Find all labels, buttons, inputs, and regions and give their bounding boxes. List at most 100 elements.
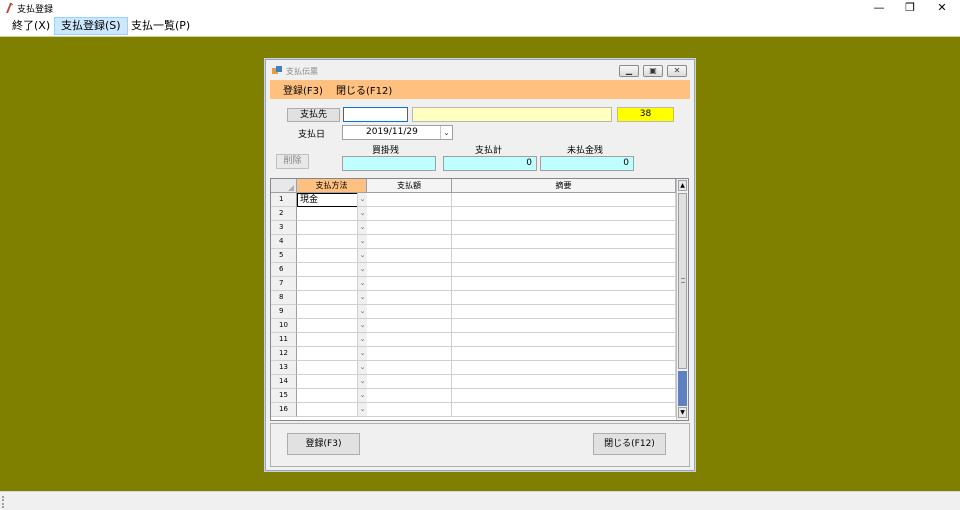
payee-name-field xyxy=(412,107,612,122)
method-dropdown-icon[interactable]: ⌄ xyxy=(357,235,367,249)
method-dropdown-icon[interactable]: ⌄ xyxy=(357,333,367,347)
minimize-button[interactable]: — xyxy=(863,0,895,16)
date-dropdown-icon[interactable]: ⌄ xyxy=(440,126,452,139)
close-button[interactable]: ✕ xyxy=(926,0,958,16)
grid-row-number[interactable]: 9 xyxy=(271,305,297,319)
dialog-maximize-icon[interactable]: ▣ xyxy=(643,65,663,77)
dialog-minimize-icon[interactable]: ▁ xyxy=(619,65,639,77)
menu-exit[interactable]: 終了(X) xyxy=(6,17,56,35)
grid-cell-memo[interactable] xyxy=(452,333,676,347)
grid-cell-amount[interactable] xyxy=(367,347,452,361)
grid-cell-amount[interactable] xyxy=(367,277,452,291)
grid-vertical-scrollbar[interactable]: ▲ ▼ xyxy=(676,179,688,420)
grid-cell-amount[interactable] xyxy=(367,361,452,375)
grid-row-number[interactable]: 13 xyxy=(271,361,297,375)
grid-cell-memo[interactable] xyxy=(452,221,676,235)
payment-total-field: 0 xyxy=(443,156,537,171)
method-dropdown-icon[interactable]: ⌄ xyxy=(357,361,367,375)
dialog-menu-register[interactable]: 登録(F3) xyxy=(283,82,323,97)
grid-row-number[interactable]: 1 xyxy=(271,193,297,207)
grid-cell-memo[interactable] xyxy=(452,277,676,291)
grid-corner[interactable] xyxy=(271,179,297,193)
method-dropdown-icon[interactable]: ⌄ xyxy=(357,291,367,305)
method-dropdown-icon[interactable]: ⌄ xyxy=(357,207,367,221)
grid-cell-amount[interactable] xyxy=(367,235,452,249)
scroll-track[interactable] xyxy=(678,371,687,406)
grid-row-number[interactable]: 5 xyxy=(271,249,297,263)
grid-row-number[interactable]: 10 xyxy=(271,319,297,333)
grid-cell-amount[interactable] xyxy=(367,207,452,221)
register-button[interactable]: 登録(F3) xyxy=(287,433,360,455)
grid-cell-amount[interactable] xyxy=(367,221,452,235)
scroll-down-icon[interactable]: ▼ xyxy=(678,407,687,418)
grid-cell-memo[interactable] xyxy=(452,403,676,417)
grid-cell-memo[interactable] xyxy=(452,193,676,207)
grid-cell-memo[interactable] xyxy=(452,319,676,333)
menu-payment-register[interactable]: 支払登録(S) xyxy=(54,17,128,35)
method-dropdown-icon[interactable]: ⌄ xyxy=(357,249,367,263)
payment-total-label: 支払計 xyxy=(475,146,503,156)
grid-row-number[interactable]: 11 xyxy=(271,333,297,347)
grid-cell-amount[interactable] xyxy=(367,291,452,305)
grid-cell-amount[interactable] xyxy=(367,305,452,319)
method-dropdown-icon[interactable]: ⌄ xyxy=(357,347,367,361)
grid-header-amount[interactable]: 支払額 xyxy=(367,179,452,193)
payment-date-picker[interactable]: 2019/11/29 ⌄ xyxy=(342,125,453,140)
delete-button[interactable]: 削除 xyxy=(276,154,309,169)
method-dropdown-icon[interactable]: ⌄ xyxy=(357,193,367,207)
method-dropdown-icon[interactable]: ⌄ xyxy=(357,319,367,333)
grid-row-number[interactable]: 4 xyxy=(271,235,297,249)
grid-cell-memo[interactable] xyxy=(452,291,676,305)
method-dropdown-icon[interactable]: ⌄ xyxy=(357,389,367,403)
method-dropdown-icon[interactable]: ⌄ xyxy=(357,305,367,319)
grid-row-number[interactable]: 3 xyxy=(271,221,297,235)
grid-cell-amount[interactable] xyxy=(367,389,452,403)
grid-cell-memo[interactable] xyxy=(452,389,676,403)
restore-button[interactable]: ❐ xyxy=(894,0,926,16)
grid-cell-amount[interactable] xyxy=(367,403,452,417)
method-dropdown-icon[interactable]: ⌄ xyxy=(357,263,367,277)
grid-row-number[interactable]: 8 xyxy=(271,291,297,305)
grid-header-memo[interactable]: 摘要 xyxy=(452,179,676,193)
grid-row-number[interactable]: 14 xyxy=(271,375,297,389)
grid-cell-memo[interactable] xyxy=(452,361,676,375)
payee-button[interactable]: 支払先 xyxy=(287,108,340,122)
menu-payment-list[interactable]: 支払一覧(P) xyxy=(125,17,196,35)
grid-cell-memo[interactable] xyxy=(452,375,676,389)
payment-grid[interactable]: 支払方法 支払額 摘要 1 現金 ⌄ 2 ⌄ 3 ⌄ 4 ⌄ 5 ⌄ 6 ⌄ 7 ⌄ 8 ⌄ 9 ⌄ 10 ⌄ 11 ⌄ 12… xyxy=(270,178,689,421)
dialog-title: 支払伝票 xyxy=(286,67,318,76)
grid-row-number[interactable]: 2 xyxy=(271,207,297,221)
grid-cell-amount[interactable] xyxy=(367,375,452,389)
grid-cell-memo[interactable] xyxy=(452,305,676,319)
grid-cell-memo[interactable] xyxy=(452,207,676,221)
window-title: 支払登録 xyxy=(17,5,54,15)
grid-cell-memo[interactable] xyxy=(452,235,676,249)
scroll-up-icon[interactable]: ▲ xyxy=(678,180,687,191)
grid-row-number[interactable]: 12 xyxy=(271,347,297,361)
dialog-menu-close[interactable]: 閉じる(F12) xyxy=(336,82,392,97)
method-dropdown-icon[interactable]: ⌄ xyxy=(357,277,367,291)
grid-header-method[interactable]: 支払方法 xyxy=(297,179,367,193)
grid-cell-amount[interactable] xyxy=(367,319,452,333)
grid-cell-amount[interactable] xyxy=(367,249,452,263)
scroll-thumb[interactable] xyxy=(678,193,687,369)
close-dialog-button[interactable]: 閉じる(F12) xyxy=(593,433,666,455)
status-grip-icon[interactable] xyxy=(2,496,4,508)
grid-row-number[interactable]: 7 xyxy=(271,277,297,291)
method-dropdown-icon[interactable]: ⌄ xyxy=(357,221,367,235)
grid-cell-memo[interactable] xyxy=(452,347,676,361)
grid-cell-memo[interactable] xyxy=(452,263,676,277)
method-dropdown-icon[interactable]: ⌄ xyxy=(357,403,367,417)
grid-cell-amount[interactable] xyxy=(367,263,452,277)
payment-date-label: 支払日 xyxy=(298,130,326,140)
dialog-close-icon[interactable]: ✕ xyxy=(667,65,687,77)
grid-cell-amount[interactable] xyxy=(367,193,452,207)
grid-cell-memo[interactable] xyxy=(452,249,676,263)
grid-cell-amount[interactable] xyxy=(367,333,452,347)
method-dropdown-icon[interactable]: ⌄ xyxy=(357,375,367,389)
grid-row-number[interactable]: 6 xyxy=(271,263,297,277)
grid-row-number[interactable]: 15 xyxy=(271,389,297,403)
payee-code-input[interactable] xyxy=(343,107,408,122)
grid-row-number[interactable]: 16 xyxy=(271,403,297,417)
statusbar xyxy=(0,491,960,510)
